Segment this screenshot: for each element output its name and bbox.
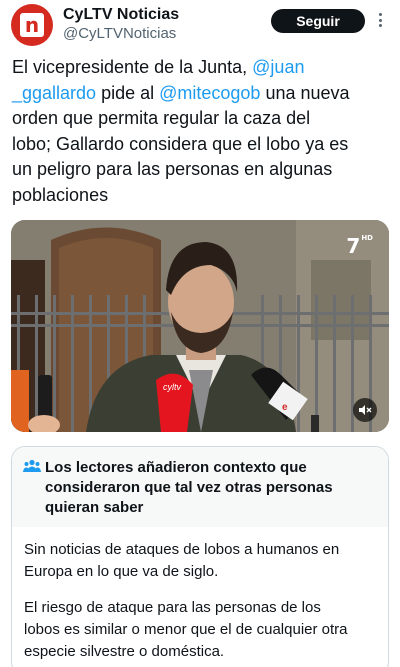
note-paragraph-2: El riesgo de ataque para las personas de… (24, 597, 374, 663)
channel-logo-hd: HD (361, 234, 373, 242)
channel-logo: 7HD (346, 234, 373, 258)
community-note-body: Sin noticias de ataques de lobos a human… (24, 539, 374, 667)
video-player[interactable]: cyltv e 7HD (11, 220, 389, 432)
video-frame: cyltv e (11, 220, 389, 432)
more-dots-icon[interactable] (376, 10, 384, 30)
tweet-line-3: orden que permita regular la caza del (12, 108, 311, 128)
people-group-icon (23, 459, 41, 472)
note-title-line: consideraron que tal vez otras personas (45, 479, 333, 496)
tweet-text-segment: pide al (96, 82, 160, 103)
mention-link[interactable]: _ggallardo (12, 83, 96, 103)
note-title-line: Los lectores añadieron contexto que (45, 459, 307, 476)
mention-link-mitecogob[interactable]: @mitecogob (159, 83, 260, 103)
tweet-line-1: El vicepresidente de la Junta, @juan (12, 55, 392, 81)
volume-muted-icon[interactable] (353, 398, 377, 422)
tweet-line-4: lobo; Gallardo considera que el lobo ya … (12, 133, 349, 154)
note-title-line: quieran saber (45, 499, 144, 516)
mic-logo-cyltv: cyltv (163, 382, 182, 392)
avatar[interactable]: n (11, 4, 53, 46)
community-note: Los lectores añadieron contexto que cons… (11, 446, 389, 667)
tweet-text: El vicepresidente de la Junta, @juan _gg… (12, 55, 392, 208)
avatar-letter: n (24, 13, 40, 37)
account-name[interactable]: CyLTV Noticias (63, 6, 179, 24)
account-handle[interactable]: @CyLTVNoticias (63, 25, 176, 42)
note-paragraph-1: Sin noticias de ataques de lobos a human… (24, 539, 374, 583)
tweet-line-6: poblaciones (12, 184, 109, 205)
follow-button[interactable]: Seguir (271, 9, 365, 33)
tweet-line-5: un peligro para las personas en algunas (12, 159, 333, 179)
note-body-line: especie silvestre o doméstica. (24, 643, 225, 660)
note-body-line: lobos es similar o menor que el de cualq… (24, 621, 348, 638)
community-note-header: Los lectores añadieron contexto que cons… (12, 447, 388, 527)
mic-logo-e: e (282, 402, 288, 413)
note-body-line: Europa en lo que va de siglo. (24, 563, 219, 580)
channel-logo-number: 7 (346, 234, 361, 258)
mention-link[interactable]: @juan (252, 57, 304, 77)
note-body-line: Sin noticias de ataques de lobos a human… (24, 541, 340, 558)
avatar-logo: n (20, 13, 44, 37)
tweet-header: n CyLTV Noticias @CyLTVNoticias Seguir (0, 0, 400, 50)
note-body-line: El riesgo de ataque para las personas de… (24, 599, 321, 616)
tweet-line-2: _ggallardo pide al @mitecogob una nueva (12, 81, 392, 107)
tweet-text-segment: una nueva (260, 82, 350, 103)
community-note-title: Los lectores añadieron contexto que cons… (45, 458, 375, 518)
tweet-text-segment: El vicepresidente de la Junta, (12, 57, 253, 77)
